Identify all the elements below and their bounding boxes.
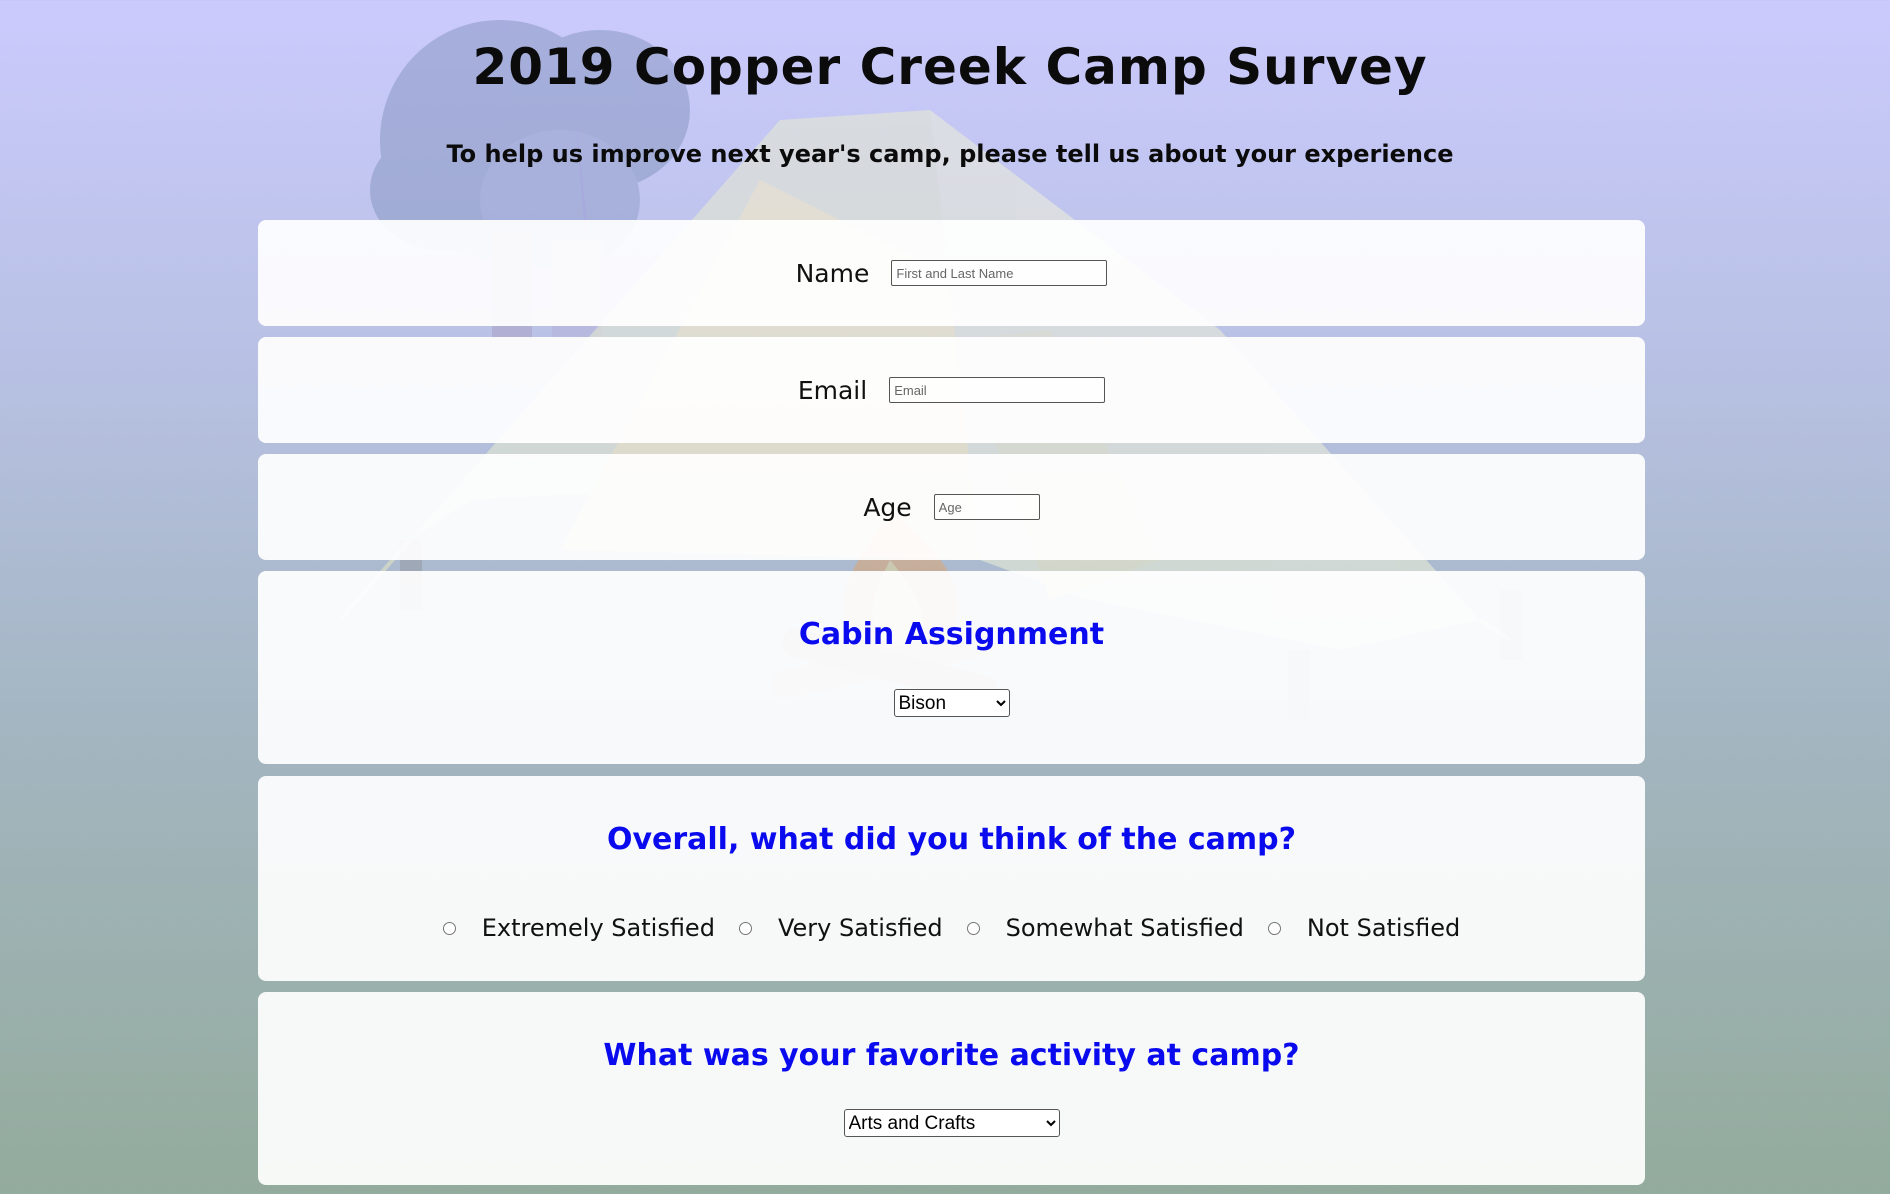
radio-label: Somewhat Satisfied — [1005, 914, 1244, 942]
overall-heading: Overall, what did you think of the camp? — [606, 822, 1297, 857]
radio-button[interactable] — [966, 921, 980, 935]
email-label: Email — [797, 375, 868, 405]
activity-select-wrap: Arts and Crafts — [258, 1109, 1645, 1137]
age-input[interactable] — [933, 494, 1040, 520]
overall-card: Overall, what did you think of the camp?… — [258, 776, 1645, 981]
radio-option-not-satisfied[interactable]: Not Satisfied — [1267, 914, 1461, 942]
email-card: Email — [258, 337, 1645, 443]
cabin-heading: Cabin Assignment — [798, 617, 1105, 652]
cabin-select-wrap: Bison — [258, 689, 1645, 717]
name-field-row: Name — [258, 220, 1645, 326]
activity-card: What was your favorite activity at camp?… — [258, 992, 1645, 1185]
radio-option-very-satisfied[interactable]: Very Satisfied — [738, 914, 943, 942]
age-card: Age — [258, 454, 1645, 560]
name-input[interactable] — [891, 260, 1108, 286]
name-label: Name — [795, 258, 870, 288]
radio-label: Extremely Satisfied — [481, 914, 715, 942]
page-title: 2019 Copper Creek Camp Survey — [472, 38, 1428, 96]
page-subtitle: To help us improve next year's camp, ple… — [446, 140, 1454, 168]
cabin-select[interactable]: Bison — [893, 689, 1010, 717]
radio-button[interactable] — [1267, 921, 1281, 935]
radio-option-somewhat-satisfied[interactable]: Somewhat Satisfied — [966, 914, 1244, 942]
radio-button[interactable] — [738, 921, 752, 935]
overall-radio-group: Extremely Satisfied Very Satisfied Somew… — [258, 914, 1645, 942]
activity-select[interactable]: Arts and Crafts — [843, 1109, 1060, 1137]
age-label: Age — [863, 492, 912, 522]
radio-button[interactable] — [442, 921, 456, 935]
email-field-row: Email — [258, 337, 1645, 443]
activity-heading: What was your favorite activity at camp? — [603, 1038, 1300, 1073]
age-field-row: Age — [258, 454, 1645, 560]
radio-label: Not Satisfied — [1306, 914, 1461, 942]
radio-label: Very Satisfied — [777, 914, 943, 942]
email-input[interactable] — [889, 377, 1106, 403]
cabin-card: Cabin Assignment Bison — [258, 571, 1645, 764]
radio-option-extremely-satisfied[interactable]: Extremely Satisfied — [442, 914, 715, 942]
name-card: Name — [258, 220, 1645, 326]
